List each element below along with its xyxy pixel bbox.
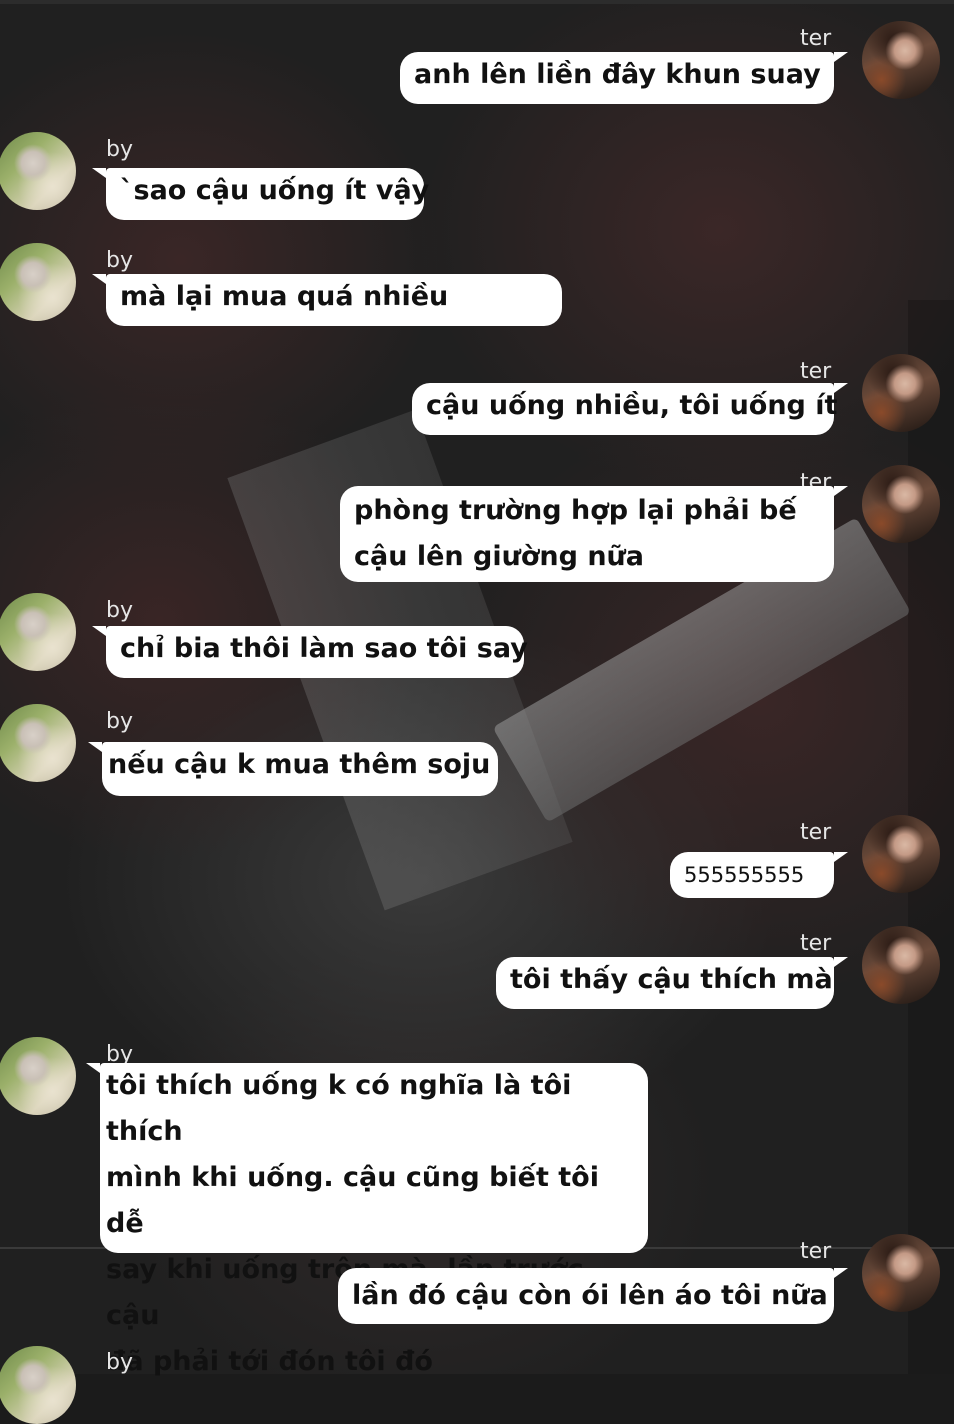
avatar-ter-icon[interactable]	[862, 465, 940, 543]
bubble-tail	[834, 52, 848, 62]
message-line: đã phải tới đón tôi đó	[106, 1346, 433, 1377]
avatar-ter-icon[interactable]	[862, 354, 940, 432]
avatar-by-icon[interactable]	[0, 243, 76, 321]
message-bubble[interactable]: phòng trường hợp lại phải bế cậu lên giư…	[340, 486, 834, 582]
bubble-tail	[834, 852, 848, 862]
message-text: 555555555	[684, 863, 805, 887]
avatar-by-icon[interactable]	[0, 593, 76, 671]
avatar-by-icon[interactable]	[0, 132, 76, 210]
message-text: anh lên liền đây khun suay	[414, 59, 821, 90]
message-text: tôi thấy cậu thích mà	[510, 964, 833, 995]
message-line: cậu lên giường nữa	[354, 541, 644, 572]
message-bubble[interactable]: tôi thấy cậu thích mà	[496, 957, 834, 1009]
message-bubble[interactable]: lần đó cậu còn ói lên áo tôi nữa	[338, 1268, 834, 1324]
sender-name: by	[106, 709, 133, 734]
avatar-ter-icon[interactable]	[862, 21, 940, 99]
message-text: mà lại mua quá nhiều	[120, 281, 449, 312]
message-line: mình khi uống. cậu cũng biết tôi dễ	[106, 1162, 599, 1239]
bubble-tail	[834, 1268, 848, 1278]
avatar-ter-icon[interactable]	[862, 1234, 940, 1312]
sender-name: ter	[800, 1239, 832, 1264]
bubble-tail	[834, 383, 848, 393]
message-bubble[interactable]: 555555555	[670, 852, 834, 898]
message-bubble[interactable]: `sao cậu uống ít vậy	[106, 168, 429, 220]
sender-name: by	[106, 1350, 133, 1375]
bubble-tail	[92, 274, 106, 284]
message-bubble[interactable]: cậu uống nhiều, tôi uống ít	[412, 383, 838, 435]
sender-name: by	[106, 598, 133, 623]
message-text: cậu uống nhiều, tôi uống ít	[426, 390, 838, 421]
avatar-by-icon[interactable]	[0, 1346, 76, 1424]
bubble-tail	[834, 486, 848, 496]
sender-name: ter	[800, 359, 832, 384]
sender-name: ter	[800, 26, 832, 51]
message-bubble[interactable]: mà lại mua quá nhiều	[106, 274, 562, 326]
avatar-ter-icon[interactable]	[862, 815, 940, 893]
sender-name: by	[106, 137, 133, 162]
message-text: nếu cậu k mua thêm soju	[108, 749, 491, 780]
sender-name: by	[106, 248, 133, 273]
bubble-tail	[92, 626, 106, 636]
message-text: `sao cậu uống ít vậy	[120, 175, 430, 206]
message-bubble[interactable]: chỉ bia thôi làm sao tôi say	[106, 626, 528, 678]
message-line: phòng trường hợp lại phải bế	[354, 495, 797, 526]
top-edge	[0, 0, 954, 4]
bubble-tail	[88, 742, 102, 752]
avatar-by-icon[interactable]	[0, 1037, 76, 1115]
message-text: chỉ bia thôi làm sao tôi say	[120, 633, 528, 664]
sender-name: ter	[800, 820, 832, 845]
message-line: tôi thích uống k có nghĩa là tôi thích	[106, 1070, 572, 1147]
message-bubble[interactable]: anh lên liền đây khun suay	[400, 52, 834, 104]
bubble-tail	[86, 1063, 100, 1073]
sender-name: ter	[800, 931, 832, 956]
avatar-by-icon[interactable]	[0, 704, 76, 782]
avatar-ter-icon[interactable]	[862, 926, 940, 1004]
bubble-tail	[92, 168, 106, 178]
message-bubble[interactable]: nếu cậu k mua thêm soju	[102, 742, 498, 796]
message-text: lần đó cậu còn ói lên áo tôi nữa	[352, 1280, 828, 1311]
message-bubble[interactable]: tôi thích uống k có nghĩa là tôi thích m…	[100, 1063, 648, 1377]
bubble-tail	[834, 957, 848, 967]
